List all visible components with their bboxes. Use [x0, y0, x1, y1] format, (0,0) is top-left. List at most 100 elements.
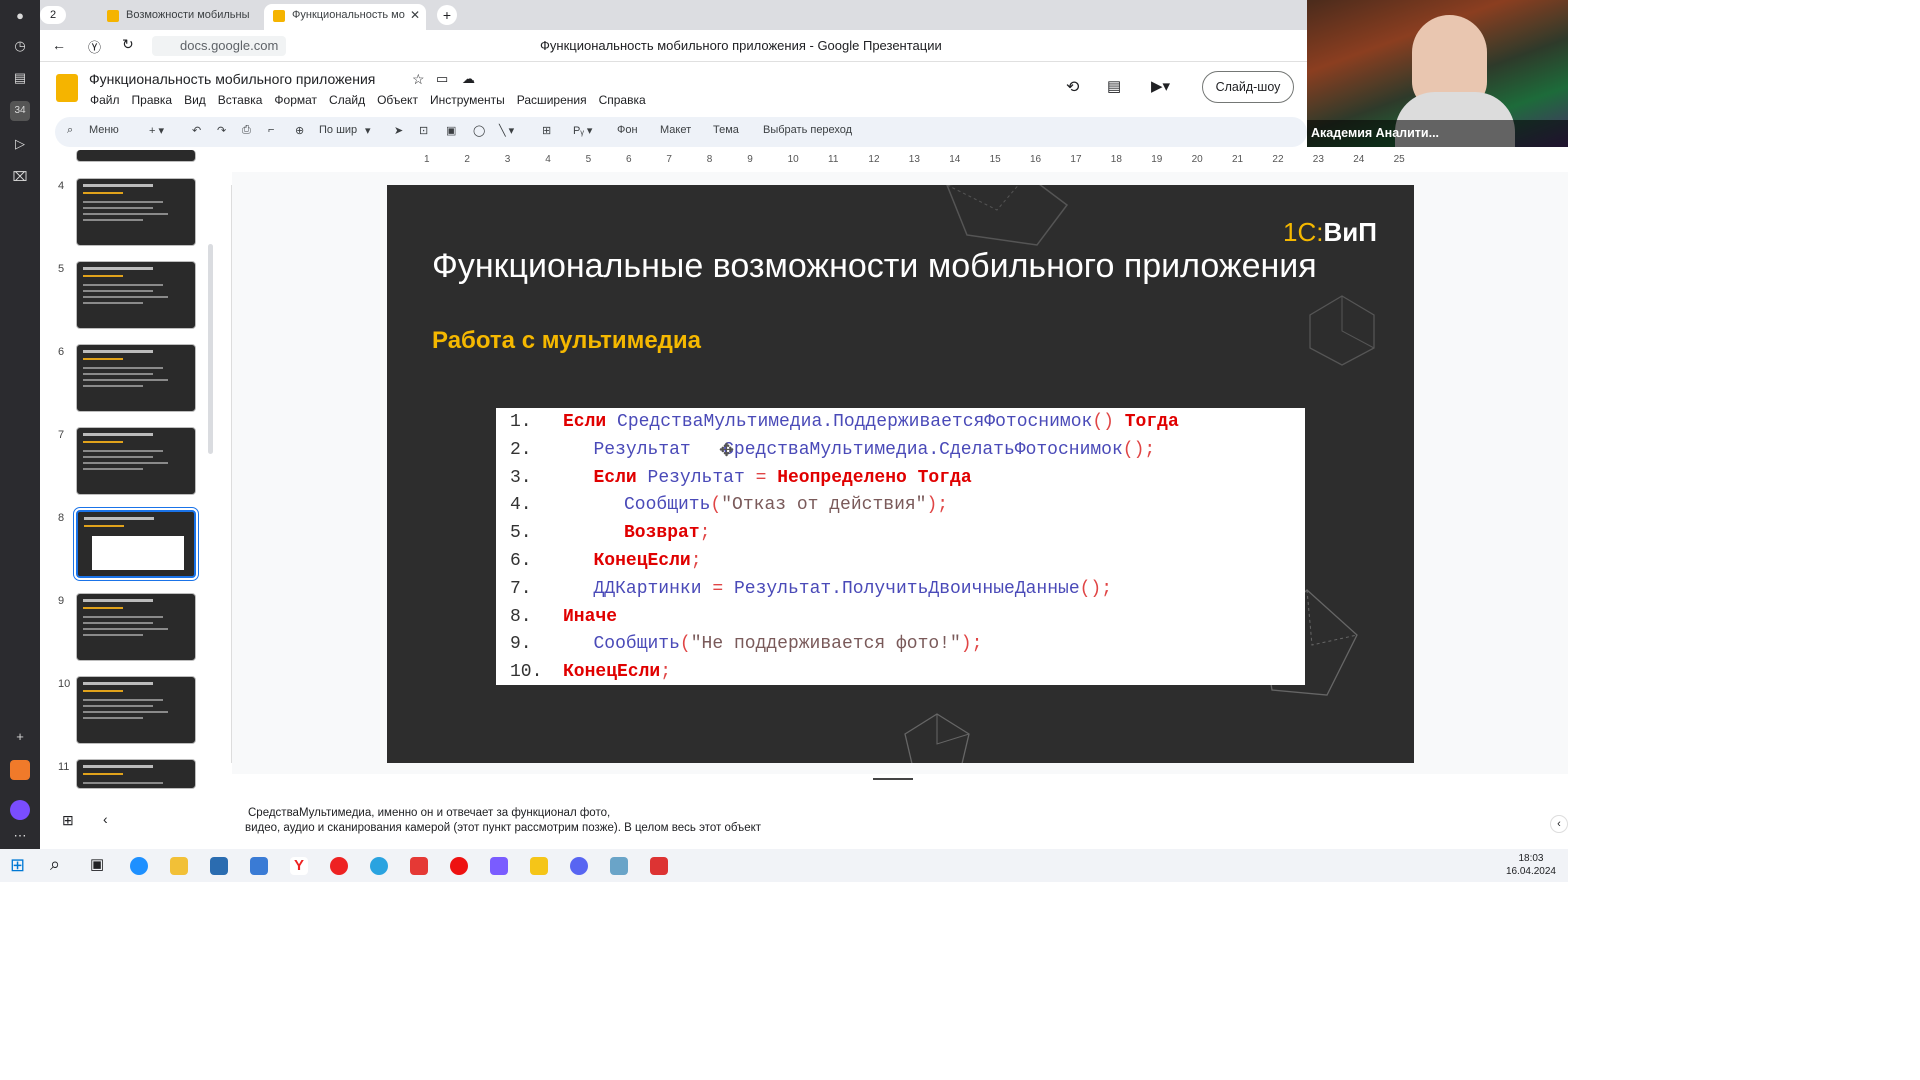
- ruler-number: 21: [1232, 154, 1244, 165]
- back-icon[interactable]: ←: [52, 37, 66, 53]
- opera-icon[interactable]: [450, 857, 468, 875]
- yandex-icon[interactable]: Ⓨ: [88, 37, 101, 56]
- menu-insert[interactable]: Вставка: [218, 93, 263, 107]
- menu-format[interactable]: Формат: [274, 93, 317, 107]
- ruler-number: 19: [1151, 154, 1163, 165]
- zoom-select[interactable]: По шир: [319, 124, 357, 136]
- discord-icon[interactable]: [570, 857, 588, 875]
- code-line-number: 10.: [510, 662, 543, 683]
- speaker-notes[interactable]: СредстваМультимедиа, именно он и отвечае…: [232, 796, 1568, 849]
- app-icon[interactable]: [610, 857, 628, 875]
- assistant-icon[interactable]: [10, 800, 30, 820]
- print-icon[interactable]: ⎙: [242, 124, 251, 137]
- url-field[interactable]: docs.google.com: [152, 36, 286, 56]
- doc-title[interactable]: Функциональность мобильного приложения: [89, 71, 375, 87]
- zoom-icon[interactable]: ⊕: [295, 124, 304, 137]
- clock[interactable]: 18:03 16.04.2024: [1506, 852, 1556, 878]
- history-icon[interactable]: ◷: [10, 36, 30, 56]
- input-tools-icon[interactable]: Pᵧ ▾: [573, 124, 592, 137]
- comments-icon[interactable]: ▤: [1107, 77, 1121, 95]
- slide-thumbnail[interactable]: [76, 261, 196, 329]
- move-folder-icon[interactable]: ▭: [436, 71, 448, 87]
- collapse-filmstrip-icon[interactable]: ‹: [103, 811, 108, 827]
- profile-icon[interactable]: ●: [10, 6, 30, 26]
- slide-thumbnail[interactable]: [76, 593, 196, 661]
- textbox-icon[interactable]: ⊡: [419, 124, 428, 137]
- mail-icon[interactable]: [250, 857, 268, 875]
- slide-thumbnail[interactable]: [76, 676, 196, 744]
- app-icon[interactable]: [10, 760, 30, 780]
- ruler-number: 13: [908, 154, 920, 165]
- screenshot-icon[interactable]: ⌧: [10, 167, 30, 187]
- menu-object[interactable]: Объект: [377, 93, 418, 107]
- badge-icon[interactable]: 34: [10, 101, 30, 121]
- history-icon[interactable]: ⟲: [1066, 77, 1079, 97]
- anydesk-icon[interactable]: [410, 857, 428, 875]
- notes-resize-handle[interactable]: [873, 778, 913, 780]
- telegram-icon[interactable]: [370, 857, 388, 875]
- background-button[interactable]: Фон: [617, 124, 638, 136]
- edge-icon[interactable]: [130, 857, 148, 875]
- task-view-icon[interactable]: ▣: [90, 855, 104, 873]
- search-icon[interactable]: ⌕: [67, 124, 73, 137]
- undo-icon[interactable]: ↶: [192, 124, 201, 137]
- slide-thumbnail[interactable]: [76, 759, 196, 789]
- line-icon[interactable]: ╲ ▾: [499, 124, 514, 137]
- grid-view-icon[interactable]: ⊞: [62, 812, 74, 829]
- menu-view[interactable]: Вид: [184, 93, 206, 107]
- explorer-icon[interactable]: [170, 857, 188, 875]
- menu-slide[interactable]: Слайд: [329, 93, 365, 107]
- slide-thumbnail[interactable]: [76, 150, 196, 162]
- redo-icon[interactable]: ↷: [217, 124, 226, 137]
- side-panel-toggle-icon[interactable]: ‹: [1550, 815, 1568, 833]
- new-slide-icon[interactable]: + ▾: [149, 124, 164, 137]
- star-icon[interactable]: ☆: [412, 71, 425, 88]
- close-icon[interactable]: ✕: [410, 4, 420, 26]
- image-icon[interactable]: ▣: [446, 124, 456, 137]
- menu-edit[interactable]: Правка: [132, 93, 173, 107]
- menu-file[interactable]: Файл: [90, 93, 120, 107]
- reload-icon[interactable]: ↻: [122, 36, 134, 53]
- 1c-icon[interactable]: [530, 857, 548, 875]
- slides-logo-icon[interactable]: [56, 74, 78, 102]
- app-icon[interactable]: [490, 857, 508, 875]
- polyhedron-decoration: [946, 185, 1069, 246]
- new-tab-button[interactable]: +: [437, 5, 457, 25]
- store-icon[interactable]: [210, 857, 228, 875]
- yandex-icon[interactable]: [330, 857, 348, 875]
- windows-start-icon[interactable]: ⊞: [10, 855, 25, 876]
- menu-search[interactable]: Меню: [89, 124, 119, 136]
- tab-inactive[interactable]: Возможности мобильны: [98, 4, 258, 30]
- play-icon[interactable]: ▷: [10, 134, 30, 154]
- slide-thumbnail[interactable]: [76, 344, 196, 412]
- shape-icon[interactable]: ◯: [473, 124, 485, 137]
- comment-insert-icon[interactable]: ⊞: [542, 124, 551, 137]
- slide-thumbnail[interactable]: [76, 178, 196, 246]
- menu-tools[interactable]: Инструменты: [430, 93, 505, 107]
- menu-extensions[interactable]: Расширения: [517, 93, 587, 107]
- search-icon[interactable]: ⌕: [50, 854, 60, 875]
- filmstrip-scrollbar[interactable]: [208, 244, 213, 454]
- collections-icon[interactable]: ▤: [10, 68, 30, 88]
- slide-number: 4: [58, 180, 65, 192]
- zoom-dropdown-icon[interactable]: ▾: [365, 124, 371, 137]
- ruler-number: 8: [706, 154, 713, 165]
- slide-thumbnail[interactable]: [76, 510, 196, 578]
- menu-help[interactable]: Справка: [599, 93, 646, 107]
- add-icon[interactable]: +: [10, 727, 30, 747]
- slide-thumbnail[interactable]: [76, 427, 196, 495]
- more-icon[interactable]: ⋯: [10, 826, 30, 846]
- yandex-browser-icon[interactable]: Y: [290, 857, 308, 875]
- tab-active[interactable]: Функциональность мо ✕: [264, 4, 426, 30]
- tab-count-badge[interactable]: 2: [40, 6, 66, 24]
- paint-format-icon[interactable]: ⌐: [268, 124, 274, 136]
- video-call-icon[interactable]: ▶▾: [1151, 77, 1170, 95]
- calendar-icon[interactable]: [650, 857, 668, 875]
- cloud-icon[interactable]: ☁: [462, 71, 475, 87]
- theme-button[interactable]: Тема: [713, 124, 739, 136]
- layout-button[interactable]: Макет: [660, 124, 691, 136]
- code-text: Результат СредстваМультимедиа.СделатьФот…: [593, 439, 1156, 460]
- slideshow-button[interactable]: Слайд-шоу: [1202, 71, 1294, 103]
- transition-button[interactable]: Выбрать переход: [763, 124, 852, 136]
- select-icon[interactable]: ➤: [394, 124, 403, 137]
